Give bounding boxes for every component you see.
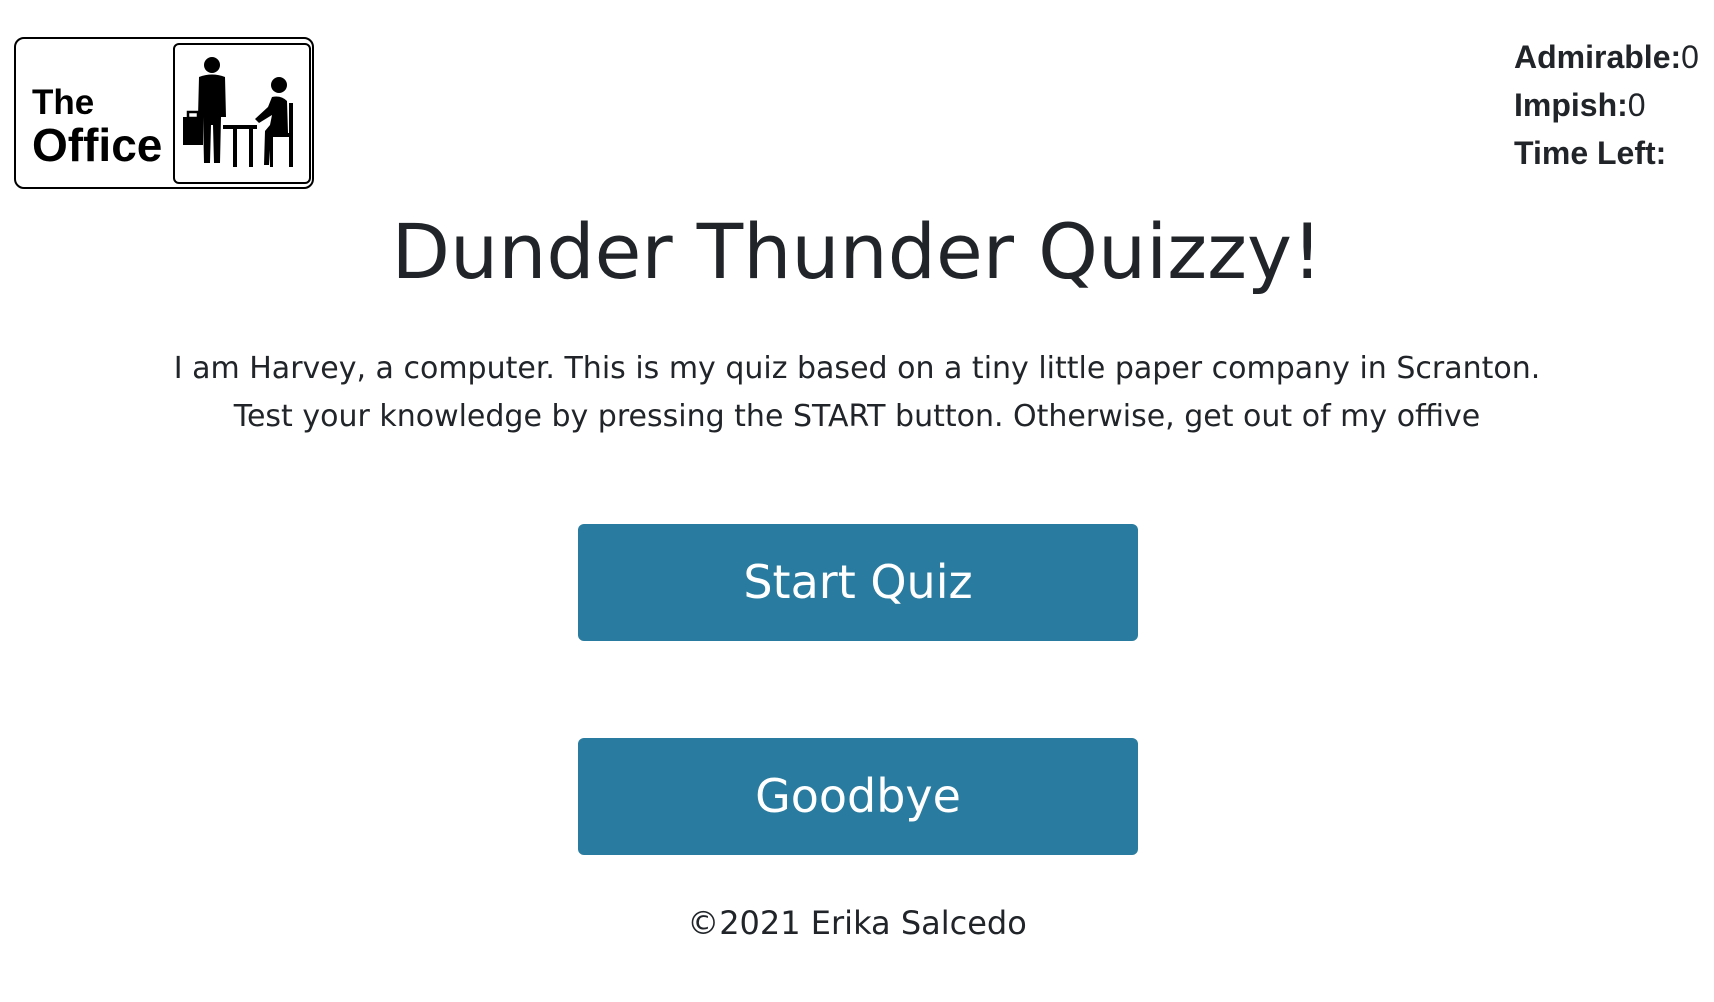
the-office-logo: The Office	[14, 37, 314, 189]
admirable-value: 0	[1681, 39, 1699, 75]
logo-text-the: The	[32, 83, 95, 122]
start-quiz-button[interactable]: Start Quiz	[578, 524, 1138, 641]
office-workers-svg	[183, 57, 293, 167]
intro-text: I am Harvey, a computer. This is my quiz…	[173, 351, 1541, 434]
goodbye-button[interactable]: Goodbye	[578, 738, 1138, 855]
footer-copyright: ©2021 Erika Salcedo	[687, 904, 1027, 942]
admirable-label: Admirable:	[1514, 39, 1682, 75]
logo-text-office: Office	[32, 119, 163, 171]
impish-score: Impish:0	[1514, 81, 1704, 129]
page-title: Dunder Thunder Quizzy!	[391, 207, 1323, 296]
score-panel: Admirable:0 Impish:0 Time Left:	[1514, 33, 1704, 177]
logo-text: The Office	[32, 85, 162, 168]
admirable-score: Admirable:0	[1514, 33, 1704, 81]
time-left: Time Left:	[1514, 129, 1704, 177]
office-workers-icon	[173, 43, 311, 184]
time-left-label: Time Left:	[1514, 135, 1667, 171]
impish-value: 0	[1627, 87, 1646, 123]
impish-label: Impish:	[1514, 87, 1628, 123]
